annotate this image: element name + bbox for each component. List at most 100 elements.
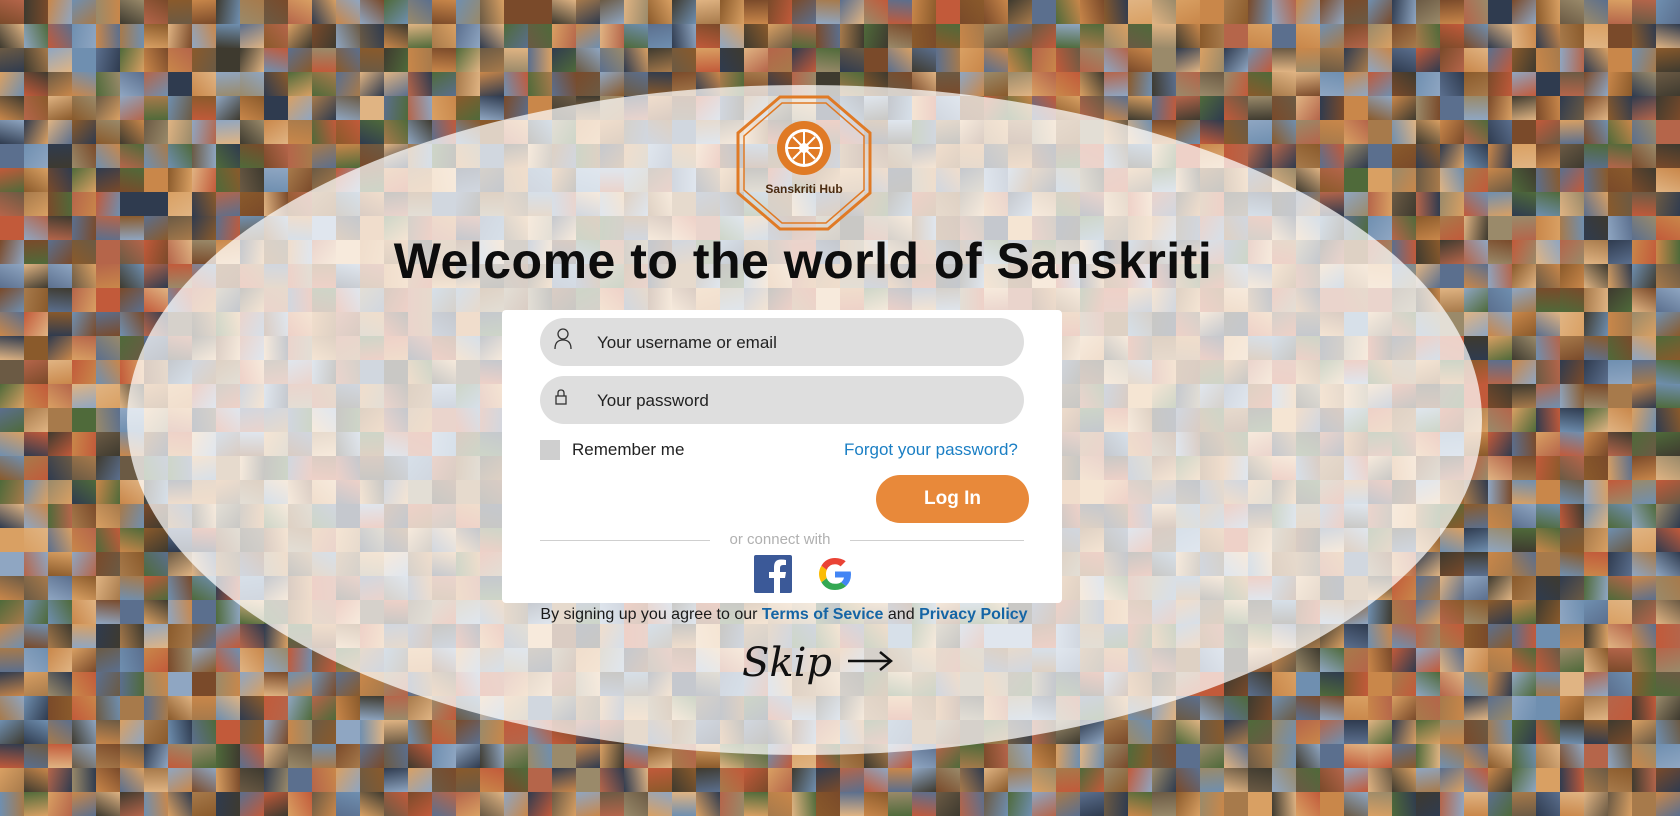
mosaic-tile — [1632, 72, 1656, 96]
mosaic-tile — [1512, 672, 1536, 696]
facebook-icon[interactable] — [754, 555, 792, 593]
mosaic-tile — [216, 744, 240, 768]
mosaic-tile — [1296, 72, 1320, 96]
mosaic-tile — [96, 408, 120, 432]
mosaic-tile — [1560, 696, 1584, 720]
mosaic-tile — [840, 24, 864, 48]
mosaic-tile — [96, 24, 120, 48]
mosaic-tile — [264, 696, 288, 720]
mosaic-tile — [1176, 0, 1200, 24]
mosaic-tile — [384, 96, 408, 120]
mosaic-tile — [600, 24, 624, 48]
terms-of-service-link[interactable]: Terms of Sevice — [762, 606, 884, 623]
mosaic-tile — [1608, 624, 1632, 648]
mosaic-tile — [1368, 48, 1392, 72]
mosaic-tile — [1392, 168, 1416, 192]
mosaic-tile — [48, 144, 72, 168]
mosaic-tile — [408, 72, 432, 96]
mosaic-tile — [1560, 480, 1584, 504]
mosaic-tile — [336, 696, 360, 720]
mosaic-tile — [1416, 72, 1440, 96]
mosaic-tile — [1344, 24, 1368, 48]
mosaic-tile — [1200, 72, 1224, 96]
mosaic-tile — [72, 120, 96, 144]
mosaic-tile — [1224, 768, 1248, 792]
mosaic-tile — [1104, 24, 1128, 48]
mosaic-tile — [72, 528, 96, 552]
mosaic-tile — [1464, 288, 1488, 312]
mosaic-tile — [1536, 384, 1560, 408]
password-field[interactable] — [540, 376, 1024, 426]
mosaic-tile — [1440, 576, 1464, 600]
mosaic-tile — [1608, 696, 1632, 720]
mosaic-tile — [264, 720, 288, 744]
mosaic-tile — [0, 768, 24, 792]
mosaic-tile — [1536, 528, 1560, 552]
mosaic-tile — [1344, 624, 1368, 648]
mosaic-tile — [144, 120, 168, 144]
mosaic-tile — [1224, 792, 1248, 816]
mosaic-tile — [768, 768, 792, 792]
mosaic-tile — [1488, 120, 1512, 144]
mosaic-tile — [768, 0, 792, 24]
mosaic-tile — [336, 120, 360, 144]
privacy-policy-link[interactable]: Privacy Policy — [919, 606, 1028, 623]
forgot-password-link[interactable]: Forgot your password? — [844, 440, 1018, 460]
mosaic-tile — [48, 72, 72, 96]
remember-me-checkbox[interactable] — [540, 440, 560, 460]
mosaic-tile — [1488, 456, 1512, 480]
mosaic-tile — [1512, 456, 1536, 480]
mosaic-tile — [1080, 0, 1104, 24]
mosaic-tile — [216, 24, 240, 48]
mosaic-tile — [24, 72, 48, 96]
mosaic-tile — [408, 720, 432, 744]
mosaic-tile — [864, 792, 888, 816]
mosaic-tile — [912, 792, 936, 816]
mosaic-tile — [288, 648, 312, 672]
mosaic-tile — [48, 336, 72, 360]
password-input[interactable] — [595, 376, 1009, 426]
mosaic-tile — [1320, 144, 1344, 168]
mosaic-tile — [1272, 120, 1296, 144]
mosaic-tile — [1560, 168, 1584, 192]
mosaic-tile — [48, 360, 72, 384]
mosaic-tile — [240, 792, 264, 816]
mosaic-tile — [1536, 504, 1560, 528]
mosaic-tile — [1536, 336, 1560, 360]
mosaic-tile — [1440, 96, 1464, 120]
mosaic-tile — [1584, 768, 1608, 792]
mosaic-tile — [1416, 576, 1440, 600]
mosaic-tile — [1464, 504, 1488, 528]
mosaic-tile — [1296, 768, 1320, 792]
google-icon[interactable] — [816, 555, 854, 593]
mosaic-tile — [1128, 72, 1152, 96]
mosaic-tile — [1584, 552, 1608, 576]
skip-button[interactable]: Skip — [742, 633, 894, 693]
mosaic-tile — [960, 768, 984, 792]
mosaic-tile — [480, 96, 504, 120]
mosaic-tile — [168, 96, 192, 120]
mosaic-tile — [336, 792, 360, 816]
mosaic-tile — [1440, 144, 1464, 168]
login-button[interactable]: Log In — [876, 475, 1029, 523]
mosaic-tile — [216, 648, 240, 672]
mosaic-tile — [1488, 192, 1512, 216]
mosaic-tile — [216, 144, 240, 168]
mosaic-tile — [1632, 408, 1656, 432]
mosaic-tile — [1272, 768, 1296, 792]
mosaic-tile — [1416, 168, 1440, 192]
mosaic-tile — [1488, 432, 1512, 456]
mosaic-tile — [1656, 768, 1680, 792]
mosaic-tile — [72, 720, 96, 744]
username-input[interactable] — [595, 318, 1009, 368]
mosaic-tile — [1032, 768, 1056, 792]
mosaic-tile — [1272, 72, 1296, 96]
mosaic-tile — [1464, 24, 1488, 48]
mosaic-tile — [1608, 456, 1632, 480]
mosaic-tile — [1632, 288, 1656, 312]
username-field[interactable] — [540, 318, 1024, 368]
mosaic-tile — [144, 720, 168, 744]
mosaic-tile — [1320, 696, 1344, 720]
mosaic-tile — [1608, 720, 1632, 744]
mosaic-tile — [1416, 744, 1440, 768]
